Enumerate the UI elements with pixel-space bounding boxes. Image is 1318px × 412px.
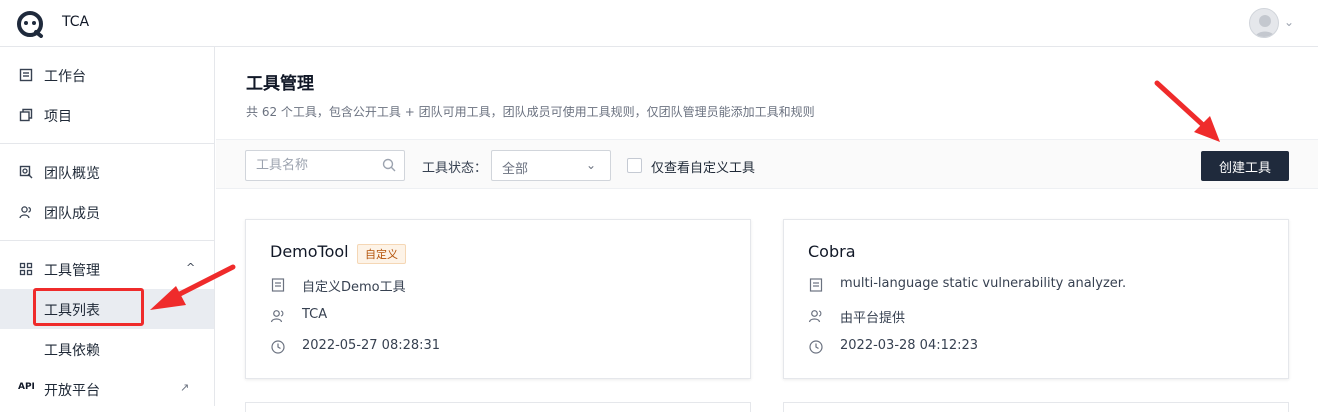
user-silhouette-icon [1254, 15, 1276, 37]
search-icon[interactable] [382, 158, 396, 172]
user-icon [270, 310, 284, 323]
sidebar: 工作台 项目 团队概览 团队成员 工具管理 ^ 工具列表 工具依赖 API 开放… [0, 47, 215, 406]
grid-icon [18, 261, 34, 277]
members-icon [18, 204, 34, 220]
sidebar-item-label: 团队成员 [44, 206, 100, 222]
tool-card-owner-row: 由平台提供 [808, 306, 1268, 326]
tool-card-owner: 由平台提供 [840, 311, 906, 326]
tool-card-description: 自定义Demo工具 [302, 280, 406, 295]
top-bar: TCA ⌄ [0, 0, 1318, 47]
tool-status-select[interactable]: 全部 ⌄ [491, 150, 611, 181]
create-tool-button[interactable]: 创建工具 [1201, 151, 1289, 181]
custom-tag-badge: 自定义 [357, 244, 406, 264]
tool-card-next[interactable] [783, 402, 1289, 412]
sidebar-item-label: 工作台 [44, 69, 86, 85]
tool-card-owner: TCA [302, 307, 328, 322]
tool-card-description-row: multi-language static vulnerability anal… [808, 275, 1268, 295]
tool-card-cobra[interactable]: Cobra multi-language static vulnerabilit… [783, 219, 1289, 379]
sidebar-divider [0, 143, 214, 144]
page-description: 共 62 个工具，包含公开工具 + 团队可用工具，团队成员可使用工具规则，仅团队… [246, 105, 815, 119]
tool-card-time-row: 2022-05-27 08:28:31 [270, 337, 730, 357]
tool-status-label: 工具状态： [422, 161, 488, 176]
sidebar-item-workbench[interactable]: 工作台 [0, 55, 214, 95]
tool-card-title[interactable]: DemoTool [270, 242, 349, 261]
custom-only-label[interactable]: 仅查看自定义工具 [651, 157, 755, 176]
document-icon [809, 278, 823, 292]
tool-card-title[interactable]: Cobra [808, 242, 856, 261]
team-overview-icon [18, 164, 34, 180]
tool-card-description-row: 自定义Demo工具 [270, 275, 730, 295]
sidebar-divider [0, 240, 214, 241]
sidebar-item-label: 工具管理 [44, 263, 100, 279]
main-content: 工具管理 共 62 个工具，包含公开工具 + 团队可用工具，团队成员可使用工具规… [216, 47, 1318, 412]
tool-card-description: multi-language static vulnerability anal… [840, 276, 1127, 291]
page-title: 工具管理 [246, 74, 314, 94]
sidebar-item-tool-management[interactable]: 工具管理 ^ [0, 249, 214, 289]
sidebar-item-team-overview[interactable]: 团队概览 [0, 152, 214, 192]
project-icon [18, 107, 34, 123]
sidebar-item-label: 项目 [44, 109, 72, 125]
tool-card-time: 2022-03-28 04:12:23 [840, 338, 979, 353]
tool-card-owner-row: TCA [270, 306, 730, 326]
sidebar-item-team-members[interactable]: 团队成员 [0, 192, 214, 232]
document-icon [271, 278, 285, 292]
clock-icon [809, 340, 823, 354]
tca-logo-icon[interactable] [16, 10, 44, 38]
tool-status-value: 全部 [502, 162, 529, 177]
chevron-down-icon: ⌄ [586, 158, 597, 172]
tool-card-time: 2022-05-27 08:28:31 [302, 338, 441, 353]
annotation-highlight-box [33, 288, 144, 326]
sidebar-item-label: 开放平台 [44, 383, 100, 399]
tool-name-search-input[interactable] [245, 150, 405, 181]
tool-card-next[interactable] [245, 402, 751, 412]
custom-only-checkbox[interactable] [627, 158, 642, 173]
dashboard-icon [18, 67, 34, 83]
sidebar-item-project[interactable]: 项目 [0, 95, 214, 135]
app-name: TCA [62, 14, 90, 30]
chevron-up-icon[interactable]: ^ [186, 261, 195, 274]
user-icon [808, 310, 822, 323]
tool-card-time-row: 2022-03-28 04:12:23 [808, 337, 1268, 357]
external-link-icon: ↗ [180, 381, 190, 394]
filter-bar: 工具状态： 全部 ⌄ 仅查看自定义工具 创建工具 [216, 139, 1318, 189]
api-icon: API [18, 382, 35, 392]
sidebar-subitem-label: 工具依赖 [44, 343, 100, 359]
tool-card-demotool[interactable]: DemoTool 自定义 自定义Demo工具 TCA 2022-05-27 08… [245, 219, 751, 379]
clock-icon [271, 340, 285, 354]
sidebar-subitem-tool-dependency[interactable]: 工具依赖 [0, 329, 214, 369]
chevron-down-icon[interactable]: ⌄ [1284, 15, 1294, 29]
sidebar-item-label: 团队概览 [44, 166, 100, 182]
user-avatar[interactable] [1249, 8, 1279, 38]
sidebar-item-open-platform[interactable]: API 开放平台 ↗ [0, 369, 214, 409]
